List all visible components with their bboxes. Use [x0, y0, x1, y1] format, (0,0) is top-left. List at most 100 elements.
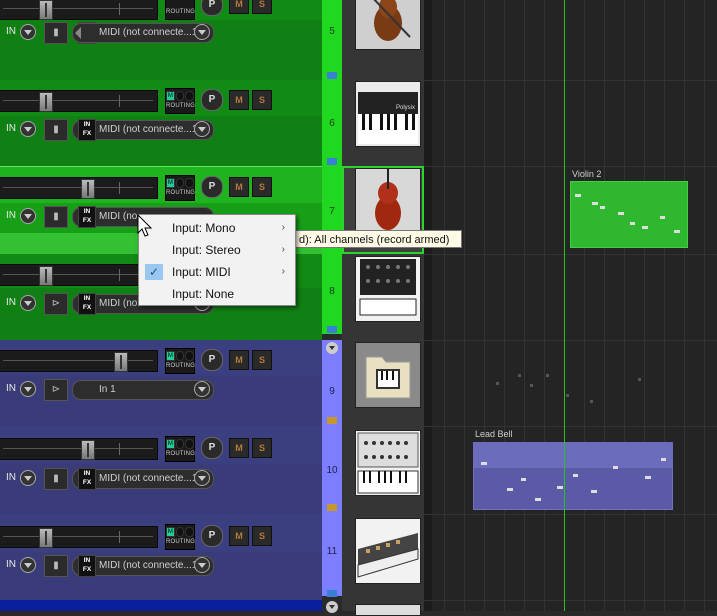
folder-icon: [327, 504, 337, 511]
menu-item-input-none[interactable]: Input: None: [139, 283, 295, 305]
solo-button[interactable]: S: [252, 438, 272, 458]
midi-item-lead-bell[interactable]: Lead Bell: [473, 428, 673, 510]
input-dropdown-icon[interactable]: [194, 557, 210, 573]
monitor-button[interactable]: ⊳: [44, 379, 68, 401]
input-menu-button[interactable]: [20, 557, 36, 573]
pan-knob[interactable]: P: [201, 176, 223, 198]
mute-button[interactable]: M: [229, 177, 249, 197]
input-fx-button[interactable]: INFX: [78, 468, 96, 490]
track-number: 9: [329, 386, 335, 397]
pan-knob[interactable]: P: [201, 0, 223, 16]
pan-knob[interactable]: P: [201, 525, 223, 547]
monitor-button[interactable]: ▮: [44, 119, 68, 141]
pan-knob[interactable]: P: [201, 89, 223, 111]
volume-fader[interactable]: [0, 177, 158, 199]
track-11-panel[interactable]: M ROUTING P M S IN ▮ MIDI (not connecte..…: [0, 514, 322, 600]
track-10-panel[interactable]: M ROUTING P M S IN ▮ MIDI (not connecte..…: [0, 426, 322, 514]
monitor-button[interactable]: ⊳: [44, 293, 68, 315]
input-selector-label: MIDI (not connecte...1: [99, 473, 198, 484]
arrange-view[interactable]: [424, 0, 717, 611]
volume-fader[interactable]: [0, 438, 158, 460]
input-selector-label: MIDI (not connecte...1: [99, 560, 198, 571]
routing-button[interactable]: M ROUTING: [165, 88, 195, 114]
routing-button[interactable]: M ROUTING: [165, 524, 195, 550]
input-fx-button[interactable]: INFX: [78, 119, 96, 141]
folder-collapse-icon[interactable]: [326, 601, 338, 613]
mute-button[interactable]: M: [229, 0, 249, 14]
solo-button[interactable]: S: [252, 0, 272, 14]
menu-item-input-stereo[interactable]: Input: Stereo ›: [139, 239, 295, 261]
next-track-icon[interactable]: [355, 604, 421, 616]
input-dropdown-icon[interactable]: [194, 381, 210, 397]
solo-button[interactable]: S: [252, 177, 272, 197]
menu-item-input-mono[interactable]: Input: Mono ›: [139, 217, 295, 239]
volume-fader[interactable]: [0, 0, 158, 20]
polyphonic-synth-icon[interactable]: [355, 518, 421, 584]
input-menu-button[interactable]: [20, 295, 36, 311]
input-menu-button[interactable]: [20, 121, 36, 137]
folder-collapse-icon[interactable]: [326, 342, 338, 354]
mute-button[interactable]: M: [229, 90, 249, 110]
mute-button[interactable]: M: [229, 526, 249, 546]
violin-icon[interactable]: [355, 0, 421, 50]
pan-knob[interactable]: P: [201, 349, 223, 371]
input-dropdown-icon[interactable]: [194, 121, 210, 137]
input-fx-button[interactable]: INFX: [78, 293, 96, 315]
input-menu-button[interactable]: [20, 470, 36, 486]
submenu-arrow-icon: ›: [281, 244, 285, 255]
cello-icon[interactable]: [355, 168, 421, 234]
mute-button[interactable]: M: [229, 438, 249, 458]
input-dropdown-icon[interactable]: [194, 24, 210, 40]
volume-fader[interactable]: [0, 90, 158, 112]
input-menu-button[interactable]: [20, 381, 36, 397]
solo-button[interactable]: S: [252, 350, 272, 370]
midi-item-violin-2[interactable]: Violin 2: [570, 168, 688, 248]
input-selector[interactable]: In 1: [72, 380, 214, 400]
input-context-menu[interactable]: Input: Mono › Input: Stereo › ✓ Input: M…: [138, 214, 296, 306]
track-5-panel[interactable]: ROUTING P M S IN ▮ INFX MIDI (not connec…: [0, 0, 322, 80]
folder-end-icon: [327, 590, 337, 597]
track-6-panel[interactable]: M ROUTING P M S IN ▮ MIDI (not connecte..…: [0, 80, 322, 166]
next-track-strip: [0, 600, 322, 611]
volume-fader[interactable]: [0, 264, 158, 286]
menu-item-input-midi[interactable]: ✓ Input: MIDI ›: [139, 261, 295, 283]
routing-button[interactable]: ROUTING: [165, 0, 195, 20]
track-number: 5: [329, 26, 335, 37]
routing-button[interactable]: M ROUTING: [165, 175, 195, 201]
input-selector-label: MIDI (not connecte...1: [99, 27, 198, 38]
polysix-synth-icon[interactable]: Polysix: [355, 81, 421, 147]
input-selector[interactable]: MIDI (not connecte...1: [72, 23, 214, 43]
mute-button[interactable]: M: [229, 350, 249, 370]
track-number: 7: [329, 206, 335, 217]
routing-button[interactable]: M ROUTING: [165, 348, 195, 374]
routing-button[interactable]: M ROUTING: [165, 436, 195, 462]
track-9-panel[interactable]: M ROUTING P M S IN ⊳ In 1: [0, 340, 322, 426]
solo-button[interactable]: S: [252, 90, 272, 110]
monitor-button[interactable]: ▮: [44, 468, 68, 490]
folder-icon: [327, 417, 337, 424]
folder-keyboard-icon[interactable]: [355, 342, 421, 408]
record-input-label: IN: [6, 559, 16, 570]
volume-fader[interactable]: [0, 526, 158, 548]
input-selector-label: In 1: [99, 384, 116, 395]
record-input-label: IN: [6, 297, 16, 308]
svg-text:Polysix: Polysix: [396, 105, 415, 111]
monitor-button[interactable]: ▮: [44, 555, 68, 577]
input-dropdown-icon[interactable]: [194, 470, 210, 486]
pan-knob[interactable]: P: [201, 437, 223, 459]
track-number: 11: [326, 546, 338, 557]
input-fx-button[interactable]: INFX: [78, 555, 96, 577]
input-selector-label: MIDI (no: [99, 211, 138, 222]
monitor-button[interactable]: ▮: [44, 22, 68, 44]
record-input-label: IN: [6, 123, 16, 134]
monitor-button[interactable]: ▮: [44, 206, 68, 228]
input-fx-button[interactable]: INFX: [78, 206, 96, 228]
volume-fader[interactable]: [0, 350, 158, 372]
item-label: Violin 2: [572, 169, 602, 179]
modular-synth-icon[interactable]: [355, 256, 421, 322]
input-menu-button[interactable]: [20, 208, 36, 224]
solo-button[interactable]: S: [252, 526, 272, 546]
input-menu-button[interactable]: [20, 24, 36, 40]
play-cursor[interactable]: [564, 0, 565, 611]
analog-synth-icon[interactable]: [355, 430, 421, 496]
